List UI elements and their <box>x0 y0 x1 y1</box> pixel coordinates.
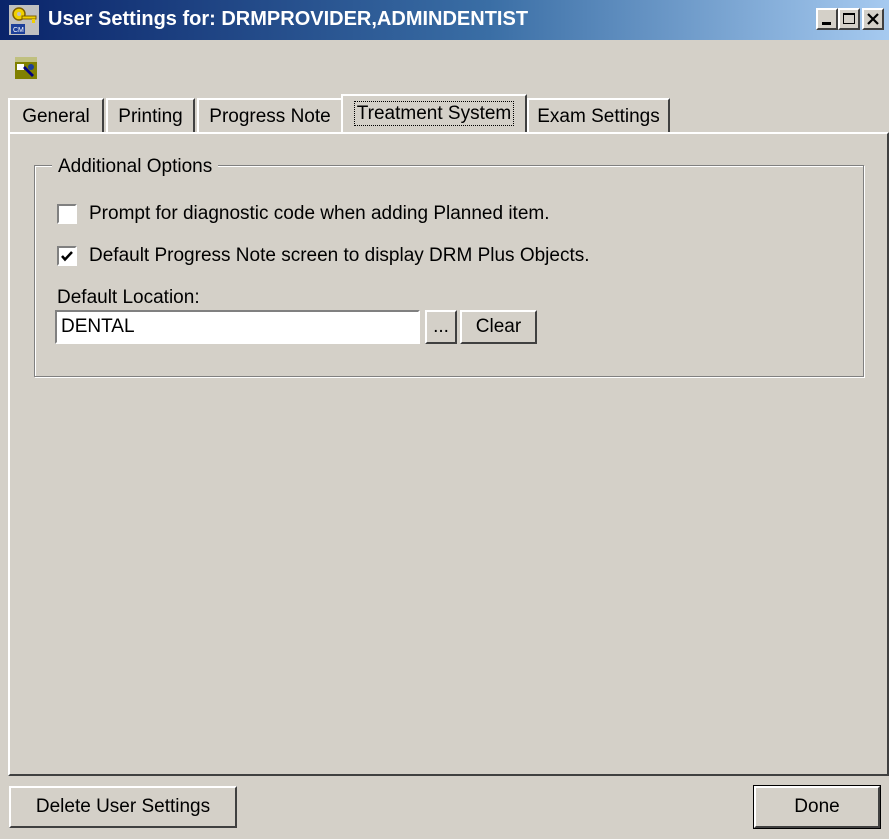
tab-printing[interactable]: Printing <box>106 98 195 132</box>
tab-label: Printing <box>118 106 183 127</box>
window-title: User Settings for: DRMPROVIDER,ADMINDENT… <box>48 8 529 30</box>
minimize-button[interactable] <box>816 8 838 30</box>
tab-treatment-system[interactable]: Treatment System <box>341 94 527 132</box>
maximize-icon <box>843 13 855 24</box>
close-icon <box>867 13 879 25</box>
delete-user-settings-button[interactable]: Delete User Settings <box>9 786 237 828</box>
user-settings-icon[interactable] <box>14 56 38 80</box>
default-drm-plus-checkbox[interactable] <box>57 246 77 266</box>
tab-progress-note[interactable]: Progress Note <box>197 98 343 132</box>
prompt-diagnostic-label[interactable]: Prompt for diagnostic code when adding P… <box>89 203 550 225</box>
keys-icon: CM <box>9 5 39 35</box>
tab-general[interactable]: General <box>8 98 104 132</box>
prompt-diagnostic-checkbox[interactable] <box>57 204 77 224</box>
minimize-icon <box>822 22 831 25</box>
maximize-button[interactable] <box>838 8 860 30</box>
tab-label: Treatment System <box>353 101 515 126</box>
additional-options-group <box>34 165 864 377</box>
svg-text:CM: CM <box>13 27 24 34</box>
clear-location-button[interactable]: Clear <box>460 310 537 344</box>
default-drm-plus-label[interactable]: Default Progress Note screen to display … <box>89 245 590 267</box>
close-button[interactable] <box>862 8 884 30</box>
tab-exam-settings[interactable]: Exam Settings <box>527 98 670 132</box>
title-bar: CM User Settings for: DRMPROVIDER,ADMIND… <box>0 0 889 40</box>
group-title: Additional Options <box>52 156 219 178</box>
default-location-label: Default Location: <box>57 287 200 308</box>
browse-location-button[interactable]: ... <box>425 310 457 344</box>
tab-label: Progress Note <box>209 106 331 127</box>
tab-label: General <box>22 106 90 127</box>
done-button[interactable]: Done <box>753 785 881 829</box>
default-location-input[interactable] <box>55 310 420 344</box>
tab-label: Exam Settings <box>537 106 660 127</box>
checkmark-icon <box>61 251 73 262</box>
